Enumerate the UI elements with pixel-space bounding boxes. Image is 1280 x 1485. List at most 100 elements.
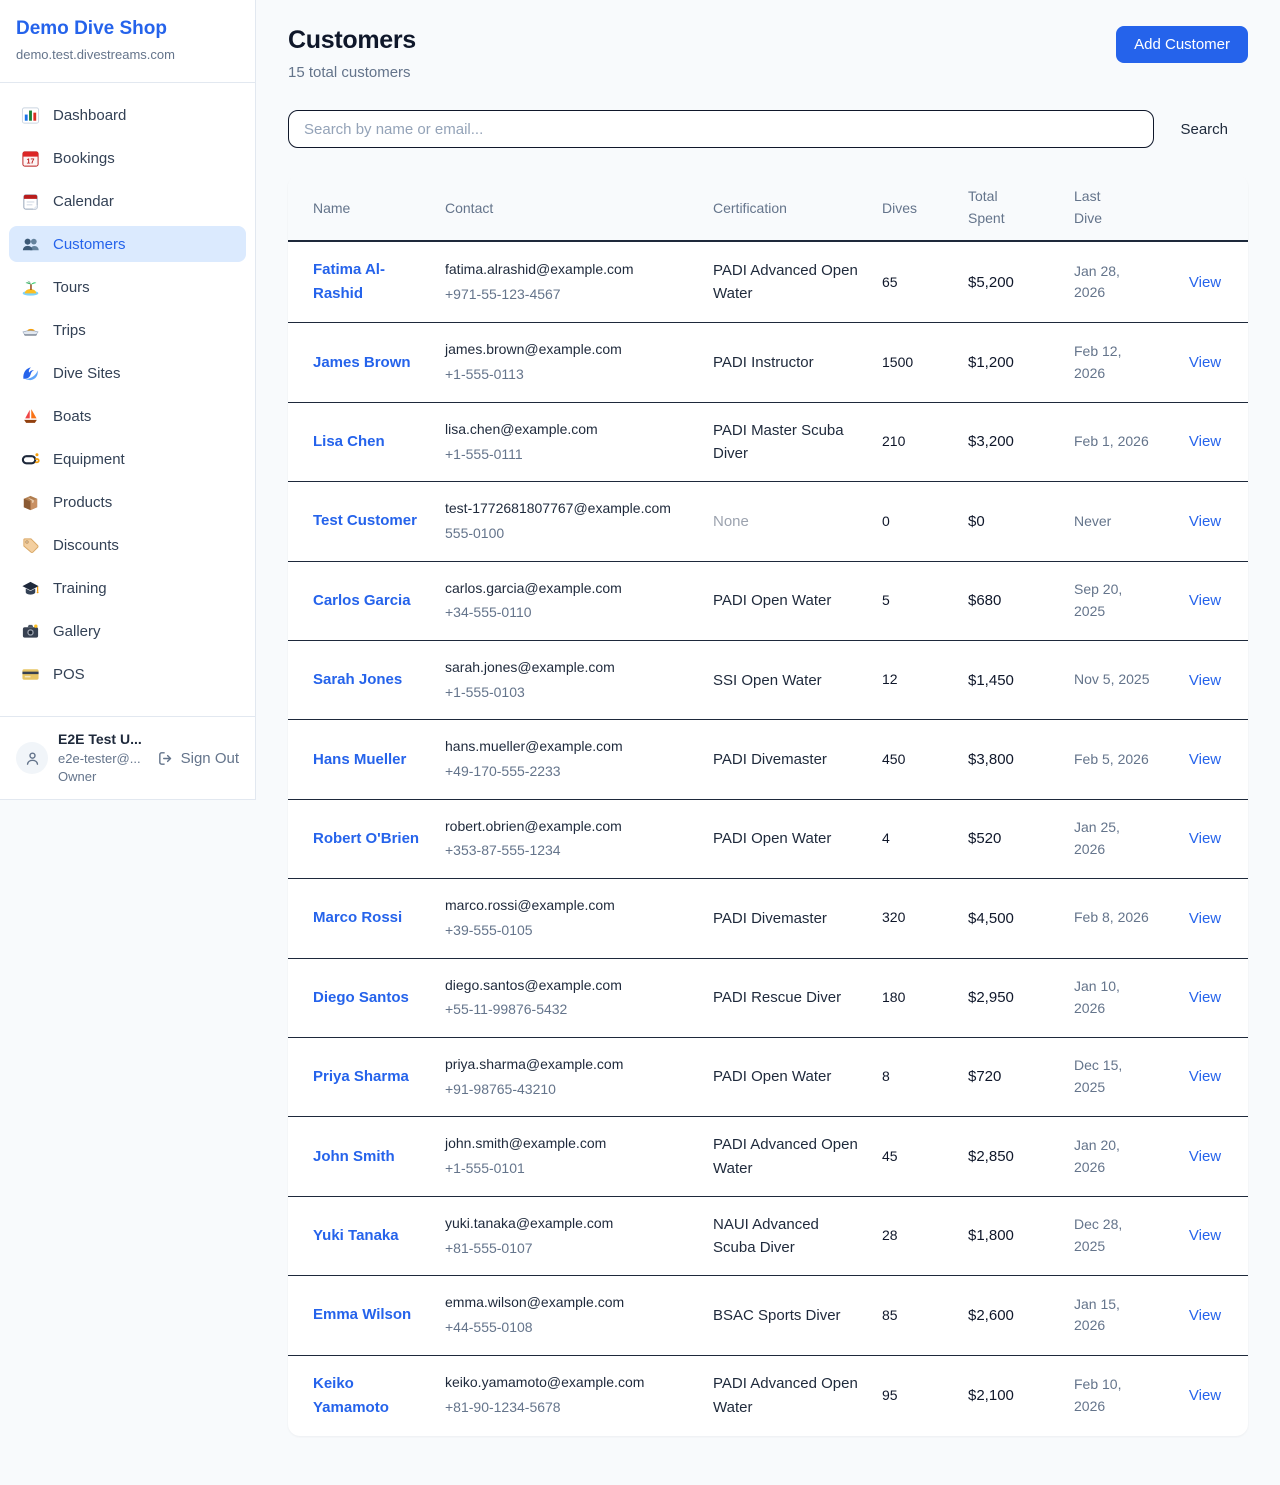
customer-last-dive: Sep 20, 2025: [1062, 561, 1162, 640]
customer-certification: NAUI Advanced Scuba Diver: [701, 1196, 870, 1276]
customer-email: sarah.jones@example.com: [445, 657, 689, 679]
customers-table: Name Contact Certification Dives Total S…: [288, 175, 1248, 1436]
sidebar-item-label: Boats: [53, 408, 91, 425]
customer-certification: PADI Rescue Diver: [701, 958, 870, 1037]
customer-name-link[interactable]: Carlos Garcia: [313, 589, 411, 613]
sidebar-item-gallery[interactable]: Gallery: [9, 613, 246, 649]
view-link[interactable]: View: [1189, 274, 1221, 291]
sidebar-item-trips[interactable]: Trips: [9, 312, 246, 348]
customer-phone: +353-87-555-1234: [445, 840, 689, 862]
sidebar: Demo Dive Shop demo.test.divestreams.com…: [0, 0, 256, 800]
view-link[interactable]: View: [1189, 513, 1221, 530]
customer-name-link[interactable]: Test Customer: [313, 509, 417, 533]
customer-name-link[interactable]: John Smith: [313, 1145, 395, 1169]
table-row: Carlos Garcia carlos.garcia@example.com …: [288, 561, 1248, 640]
add-customer-button[interactable]: Add Customer: [1116, 26, 1248, 63]
customer-name-link[interactable]: Marco Rossi: [313, 906, 402, 930]
sidebar-nav: Dashboard 17 Bookings Calendar Customers…: [0, 83, 255, 716]
customer-certification: PADI Open Water: [701, 799, 870, 878]
sidebar-item-label: Calendar: [53, 193, 114, 210]
customer-dives: 5: [870, 561, 956, 640]
svg-text:17: 17: [26, 157, 34, 165]
customer-total-spent: $3,200: [956, 402, 1062, 482]
column-header-actions: [1162, 175, 1248, 241]
view-link[interactable]: View: [1189, 830, 1221, 847]
search-input[interactable]: [288, 110, 1154, 148]
customer-last-dive: Jan 28, 2026: [1062, 241, 1162, 323]
sidebar-item-customers[interactable]: Customers: [9, 226, 246, 262]
customer-phone: +34-555-0110: [445, 602, 689, 624]
customer-last-dive: Dec 28, 2025: [1062, 1196, 1162, 1276]
sidebar-item-equipment[interactable]: Equipment: [9, 441, 246, 477]
customer-name-link[interactable]: Keiko Yamamoto: [313, 1372, 421, 1420]
customer-last-dive: Dec 15, 2025: [1062, 1037, 1162, 1116]
customer-name-link[interactable]: Diego Santos: [313, 986, 409, 1010]
view-link[interactable]: View: [1189, 672, 1221, 689]
table-row: John Smith john.smith@example.com +1-555…: [288, 1117, 1248, 1197]
sidebar-item-dashboard[interactable]: Dashboard: [9, 97, 246, 133]
view-link[interactable]: View: [1189, 751, 1221, 768]
shop-domain: demo.test.divestreams.com: [16, 47, 239, 62]
customer-name-link[interactable]: Priya Sharma: [313, 1065, 409, 1089]
customer-name-link[interactable]: Robert O'Brien: [313, 827, 419, 851]
customer-certification: BSAC Sports Diver: [701, 1276, 870, 1355]
sidebar-item-calendar[interactable]: Calendar: [9, 183, 246, 219]
customer-certification: PADI Open Water: [701, 1037, 870, 1116]
column-header-name: Name: [288, 175, 433, 241]
column-header-total-spent: Total Spent: [956, 175, 1062, 241]
view-link[interactable]: View: [1189, 1227, 1221, 1244]
customer-email: james.brown@example.com: [445, 339, 689, 361]
customer-phone: +39-555-0105: [445, 920, 689, 942]
page-header: Customers 15 total customers Add Custome…: [288, 26, 1248, 81]
customers-icon: [20, 234, 40, 254]
table-row: Sarah Jones sarah.jones@example.com +1-5…: [288, 641, 1248, 720]
customer-dives: 450: [870, 720, 956, 799]
customer-last-dive: Jan 15, 2026: [1062, 1276, 1162, 1355]
view-link[interactable]: View: [1189, 1387, 1221, 1404]
view-link[interactable]: View: [1189, 592, 1221, 609]
customer-phone: +971-55-123-4567: [445, 284, 689, 306]
customer-last-dive: Feb 12, 2026: [1062, 323, 1162, 402]
customer-dives: 12: [870, 641, 956, 720]
sidebar-item-boats[interactable]: Boats: [9, 398, 246, 434]
training-cap-icon: [20, 578, 40, 598]
view-link[interactable]: View: [1189, 910, 1221, 927]
view-link[interactable]: View: [1189, 1068, 1221, 1085]
customer-count: 15 total customers: [288, 64, 416, 81]
sidebar-item-training[interactable]: Training: [9, 570, 246, 606]
customer-name-link[interactable]: Sarah Jones: [313, 668, 402, 692]
view-link[interactable]: View: [1189, 354, 1221, 371]
sidebar-item-bookings[interactable]: 17 Bookings: [9, 140, 246, 176]
customer-name-link[interactable]: Lisa Chen: [313, 430, 385, 454]
sidebar-item-label: Equipment: [53, 451, 125, 468]
customer-dives: 1500: [870, 323, 956, 402]
customer-last-dive: Feb 8, 2026: [1062, 879, 1162, 958]
sidebar-item-label: Dive Sites: [53, 365, 121, 382]
search-button[interactable]: Search: [1154, 121, 1248, 138]
customer-phone: +1-555-0103: [445, 682, 689, 704]
customer-name-link[interactable]: Emma Wilson: [313, 1303, 411, 1327]
customer-name-link[interactable]: Yuki Tanaka: [313, 1224, 399, 1248]
sidebar-item-pos[interactable]: POS: [9, 656, 246, 692]
sidebar-item-dive-sites[interactable]: Dive Sites: [9, 355, 246, 391]
sidebar-item-label: Dashboard: [53, 107, 126, 124]
customer-total-spent: $2,600: [956, 1276, 1062, 1355]
sign-out-button[interactable]: Sign Out: [157, 750, 239, 767]
view-link[interactable]: View: [1189, 1307, 1221, 1324]
user-info: E2E Test U... e2e-tester@... Owner: [58, 731, 142, 785]
view-link[interactable]: View: [1189, 989, 1221, 1006]
customer-last-dive: Feb 1, 2026: [1062, 402, 1162, 482]
customer-name-link[interactable]: Fatima Al-Rashid: [313, 258, 421, 306]
table-row: James Brown james.brown@example.com +1-5…: [288, 323, 1248, 402]
customer-total-spent: $5,200: [956, 241, 1062, 323]
customer-phone: 555-0100: [445, 523, 689, 545]
view-link[interactable]: View: [1189, 433, 1221, 450]
customer-name-link[interactable]: James Brown: [313, 351, 411, 375]
customer-name-link[interactable]: Hans Mueller: [313, 748, 406, 772]
sidebar-item-tours[interactable]: Tours: [9, 269, 246, 305]
customer-email: emma.wilson@example.com: [445, 1292, 689, 1314]
sidebar-item-products[interactable]: Products: [9, 484, 246, 520]
table-row: Fatima Al-Rashid fatima.alrashid@example…: [288, 241, 1248, 323]
sidebar-item-discounts[interactable]: Discounts: [9, 527, 246, 563]
view-link[interactable]: View: [1189, 1148, 1221, 1165]
